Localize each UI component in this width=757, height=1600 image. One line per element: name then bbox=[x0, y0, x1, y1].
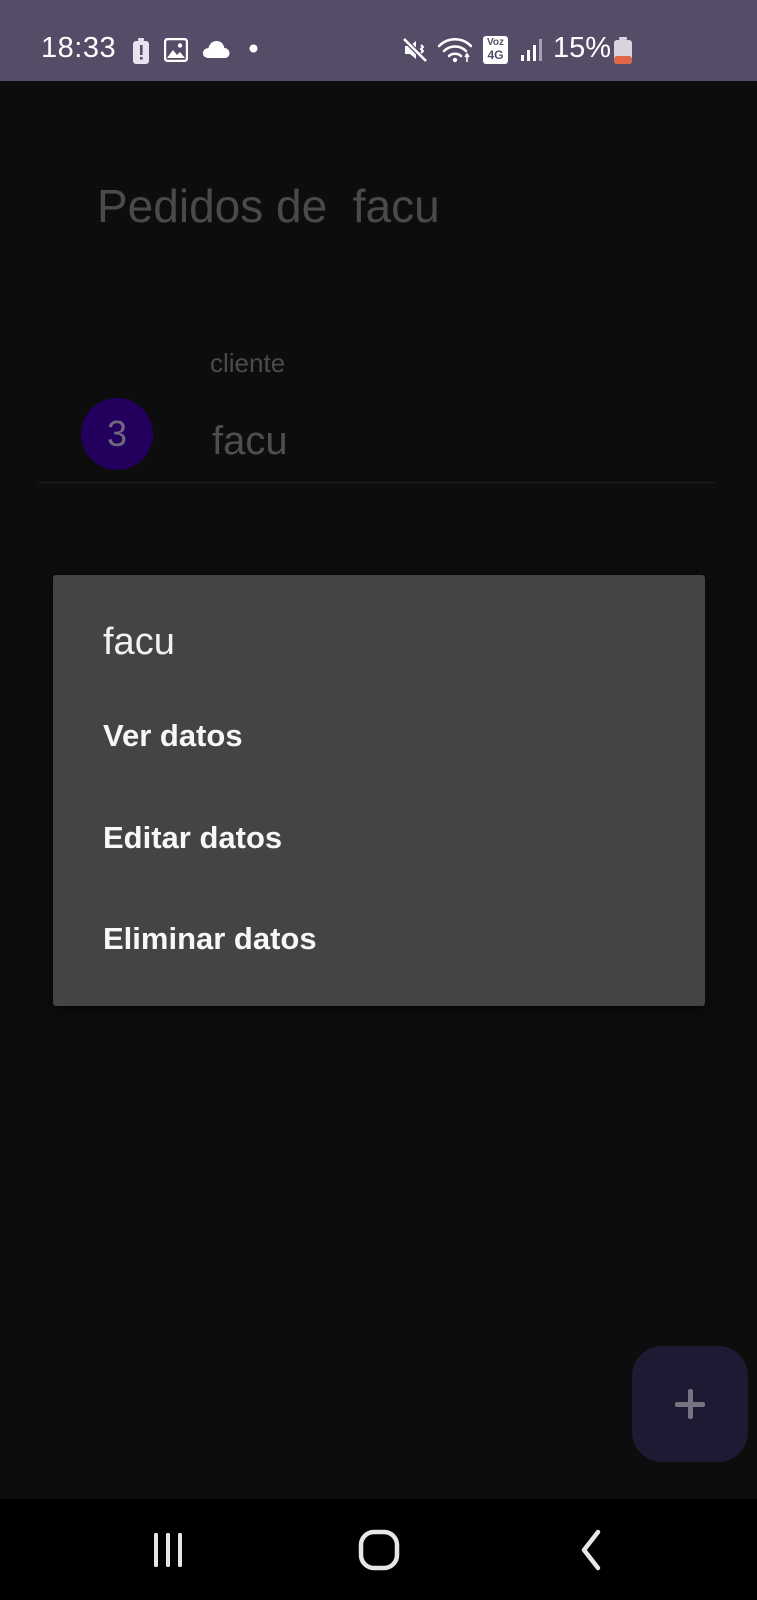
gallery-icon bbox=[164, 38, 188, 62]
menu-item-editar-datos[interactable]: Editar datos bbox=[53, 794, 705, 884]
order-list-item[interactable]: 3 cliente facu bbox=[38, 330, 715, 483]
notification-dot-icon bbox=[249, 44, 258, 53]
wifi-icon bbox=[438, 37, 472, 63]
page-title: Pedidos de facu bbox=[97, 180, 440, 232]
menu-item-ver-datos[interactable]: Ver datos bbox=[53, 692, 705, 782]
app-screen: 18:33 Voz 4G 15% Pedidos de facu 3 clien… bbox=[0, 0, 757, 1600]
cloud-icon bbox=[202, 41, 230, 58]
menu-item-eliminar-datos[interactable]: Eliminar datos bbox=[53, 895, 705, 985]
menu-item-label: Ver datos bbox=[103, 718, 243, 753]
order-client-label: cliente bbox=[210, 348, 286, 378]
battery-alert-icon bbox=[133, 38, 149, 64]
signal-icon bbox=[521, 39, 542, 61]
home-icon bbox=[358, 1529, 400, 1571]
battery-icon bbox=[614, 37, 632, 64]
dialog-title: facu bbox=[103, 621, 175, 663]
plus-icon bbox=[675, 1389, 705, 1419]
navigation-bar bbox=[0, 1499, 757, 1600]
menu-item-label: Editar datos bbox=[103, 820, 283, 855]
order-number-avatar: 3 bbox=[81, 398, 153, 470]
volte-badge-bottom: 4G bbox=[487, 48, 504, 62]
home-button[interactable] bbox=[339, 1519, 419, 1581]
back-icon bbox=[581, 1529, 601, 1571]
status-time: 18:33 bbox=[41, 32, 117, 64]
menu-item-label: Eliminar datos bbox=[103, 921, 317, 956]
recent-apps-icon bbox=[154, 1533, 182, 1567]
context-menu-dialog: facu Ver datos Editar datos Eliminar dat… bbox=[53, 575, 705, 1006]
add-order-button[interactable] bbox=[632, 1346, 748, 1462]
volte-4g-icon: Voz 4G bbox=[483, 36, 508, 64]
mute-vibrate-icon bbox=[402, 37, 428, 63]
battery-percent: 15% bbox=[553, 32, 612, 64]
recent-apps-button[interactable] bbox=[128, 1519, 208, 1581]
order-client-name: facu bbox=[212, 419, 288, 463]
back-button[interactable] bbox=[551, 1519, 631, 1581]
status-bar: 18:33 Voz 4G 15% bbox=[0, 0, 757, 81]
